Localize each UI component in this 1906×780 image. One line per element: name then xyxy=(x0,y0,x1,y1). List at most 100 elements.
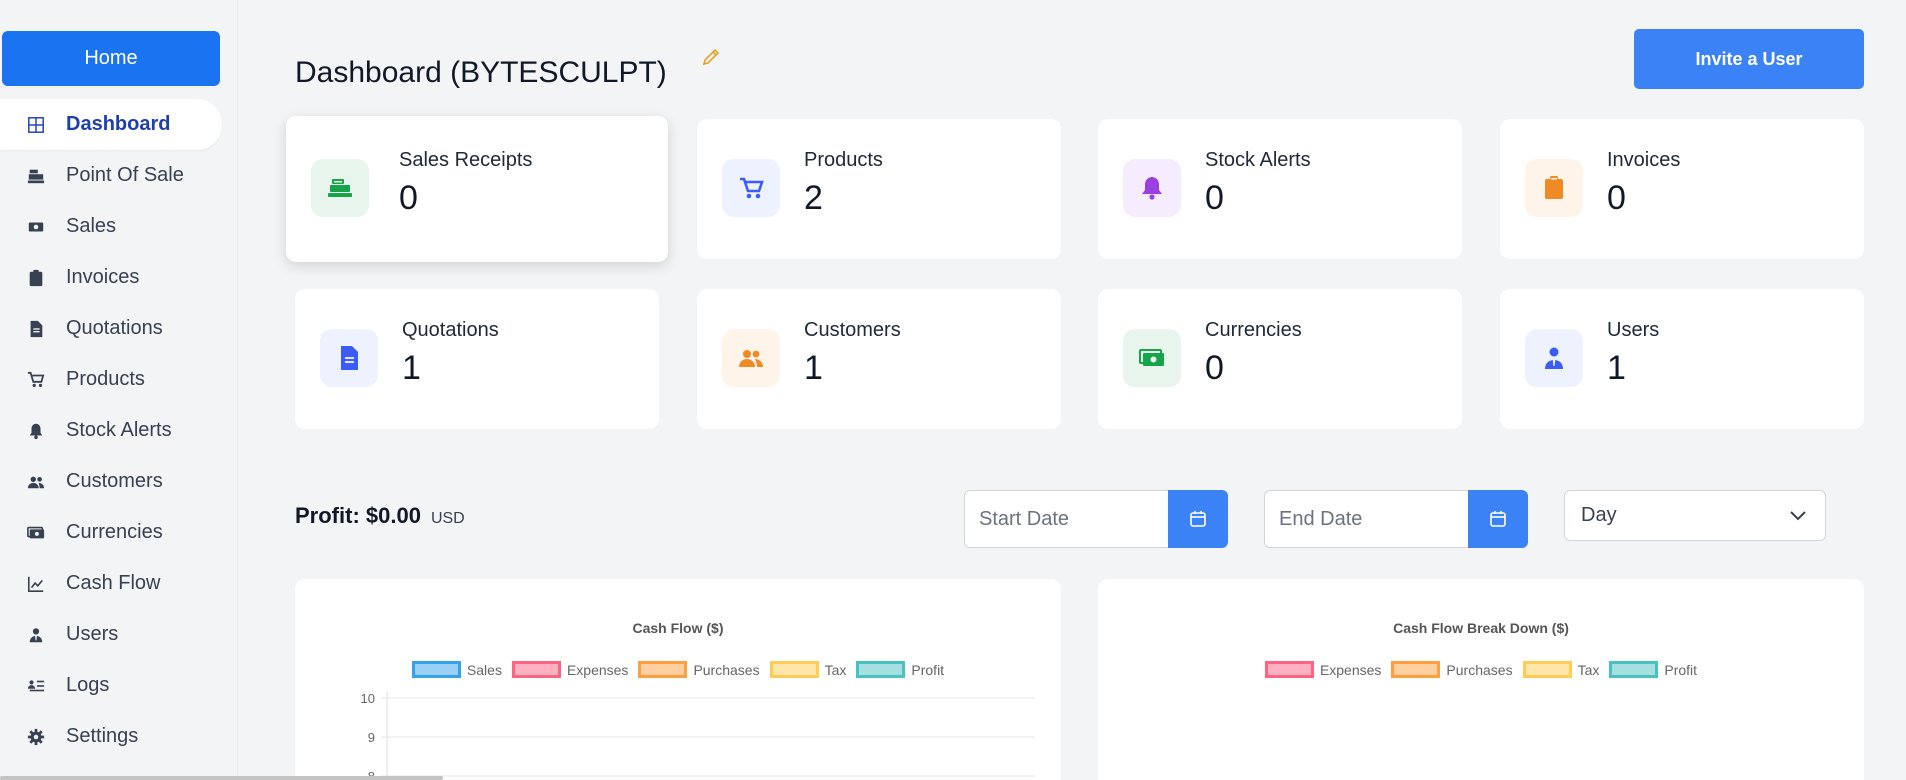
user-tie-icon xyxy=(26,625,46,645)
cash-flow-plot-area: 1098 xyxy=(361,691,1035,780)
legend-swatch xyxy=(1391,661,1441,678)
end-date-group xyxy=(1264,490,1528,548)
invite-user-button[interactable]: Invite a User xyxy=(1634,29,1864,89)
period-select[interactable]: Day xyxy=(1564,490,1826,541)
end-date-picker-button[interactable] xyxy=(1468,490,1528,548)
home-button[interactable]: Home xyxy=(2,31,220,86)
legend-label: Profit xyxy=(1664,661,1698,678)
start-date-input[interactable] xyxy=(964,490,1168,548)
stat-card-label: Invoices xyxy=(1607,149,1681,171)
sidebar-item-point-of-sale[interactable]: Point Of Sale xyxy=(0,150,222,201)
legend-swatch xyxy=(1522,661,1572,678)
profit-currency: USD xyxy=(430,510,465,527)
stat-card-value: 0 xyxy=(399,179,418,217)
sidebar-item-currencies[interactable]: Currencies xyxy=(0,507,222,558)
legend-label: Purchases xyxy=(1446,661,1513,678)
stat-card-value: 2 xyxy=(804,179,823,217)
sidebar-item-label: Sales xyxy=(66,215,117,237)
profit-summary: Profit: $0.00 USD xyxy=(295,503,465,529)
sidebar-item-label: Cash Flow xyxy=(66,572,161,594)
cash-register-icon xyxy=(26,166,46,186)
start-date-picker-button[interactable] xyxy=(1168,490,1228,548)
sidebar-item-label: Invoices xyxy=(66,266,140,288)
stat-card-customers[interactable]: Customers 1 xyxy=(697,289,1061,429)
profit-label: Profit: $0.00 xyxy=(295,503,421,528)
legend-item-expenses[interactable]: Expenses xyxy=(1264,661,1382,678)
sidebar: Home Dashboard Point Of Sale Sales Invoi… xyxy=(0,0,238,780)
sidebar-item-quotations[interactable]: Quotations xyxy=(0,303,222,354)
sidebar-item-label: Customers xyxy=(66,470,163,492)
sidebar-item-cash-flow[interactable]: Cash Flow xyxy=(0,558,222,609)
stat-card-users[interactable]: Users 1 xyxy=(1500,289,1864,429)
page-title: Dashboard (BYTESCULPT) xyxy=(295,56,667,89)
bell-icon xyxy=(26,421,46,441)
stat-card-label: Products xyxy=(804,149,883,171)
stat-card-label: Users xyxy=(1607,319,1660,341)
sidebar-item-label: Users xyxy=(66,623,119,645)
legend-label: Expenses xyxy=(1319,661,1382,678)
sidebar-item-dashboard[interactable]: Dashboard xyxy=(0,99,222,150)
people-icon xyxy=(26,472,46,492)
document-icon xyxy=(320,329,378,387)
period-select-value: Day xyxy=(1581,504,1617,526)
sidebar-item-products[interactable]: Products xyxy=(0,354,222,405)
sidebar-item-settings[interactable]: Settings xyxy=(0,711,222,762)
legend-label: Tax xyxy=(1577,661,1600,678)
clipboard-icon xyxy=(1525,159,1583,217)
stat-card-value: 0 xyxy=(1205,179,1224,217)
stat-card-products[interactable]: Products 2 xyxy=(697,119,1061,259)
end-date-input[interactable] xyxy=(1264,490,1468,548)
line-chart-icon xyxy=(26,574,46,594)
stat-card-sales-receipts[interactable]: Sales Receipts 0 xyxy=(286,116,668,262)
sidebar-item-invoices[interactable]: Invoices xyxy=(0,252,222,303)
legend-item-profit[interactable]: Profit xyxy=(1609,661,1697,678)
legend-swatch xyxy=(1609,661,1659,678)
chart-title: Cash Flow Break Down ($) xyxy=(1393,620,1569,636)
calendar-icon xyxy=(1490,511,1506,527)
edit-pencil-icon[interactable] xyxy=(700,46,722,68)
stat-card-value: 1 xyxy=(804,349,823,387)
stat-card-label: Customers xyxy=(804,319,901,341)
stat-card-currencies[interactable]: Currencies 0 xyxy=(1098,289,1462,429)
clipboard-icon xyxy=(26,268,46,288)
sidebar-item-label: Dashboard xyxy=(66,113,171,135)
legend-item-tax[interactable]: Tax xyxy=(1522,661,1600,678)
sidebar-item-label: Currencies xyxy=(66,521,163,543)
sidebar-item-stock-alerts[interactable]: Stock Alerts xyxy=(0,405,222,456)
cash-flow-chart-panel: Cash Flow ($) Sales Expenses Purchases T… xyxy=(295,579,1061,780)
bell-icon xyxy=(1123,159,1181,217)
stat-card-label: Stock Alerts xyxy=(1205,149,1311,171)
grid-icon xyxy=(26,115,46,135)
stat-card-invoices[interactable]: Invoices 0 xyxy=(1500,119,1864,259)
legend-item-purchases[interactable]: Purchases xyxy=(1391,661,1513,678)
stat-card-label: Currencies xyxy=(1205,319,1302,341)
legend-swatch xyxy=(1264,661,1314,678)
stat-card-value: 0 xyxy=(1607,179,1626,217)
y-tick-label: 10 xyxy=(361,691,375,706)
stat-card-value: 1 xyxy=(1607,349,1626,387)
sidebar-item-logs[interactable]: Logs xyxy=(0,660,222,711)
sidebar-item-customers[interactable]: Customers xyxy=(0,456,222,507)
currency-icon xyxy=(1123,329,1181,387)
cash-flow-breakdown-chart-panel: Cash Flow Break Down ($) Expenses Purcha… xyxy=(1098,579,1864,780)
money-icon xyxy=(26,217,46,237)
logs-icon xyxy=(26,676,46,696)
chart-legend: Expenses Purchases Tax Profit xyxy=(1098,661,1864,678)
currency-icon xyxy=(26,523,46,543)
people-icon xyxy=(722,329,780,387)
sidebar-item-label: Stock Alerts xyxy=(66,419,172,441)
cart-icon xyxy=(26,370,46,390)
stat-card-value: 0 xyxy=(1205,349,1224,387)
horizontal-scrollbar[interactable] xyxy=(0,776,443,780)
sidebar-item-sales[interactable]: Sales xyxy=(0,201,222,252)
sidebar-item-users[interactable]: Users xyxy=(0,609,222,660)
stat-card-label: Quotations xyxy=(402,319,499,341)
calendar-icon xyxy=(1190,511,1206,527)
stat-card-quotations[interactable]: Quotations 1 xyxy=(295,289,659,429)
cash-register-icon xyxy=(311,159,369,217)
stat-card-stock-alerts[interactable]: Stock Alerts 0 xyxy=(1098,119,1462,259)
chevron-down-icon xyxy=(1790,510,1806,520)
sidebar-nav: Dashboard Point Of Sale Sales Invoices Q… xyxy=(0,99,222,762)
sidebar-item-label: Logs xyxy=(66,674,110,696)
sidebar-item-label: Settings xyxy=(66,725,139,747)
